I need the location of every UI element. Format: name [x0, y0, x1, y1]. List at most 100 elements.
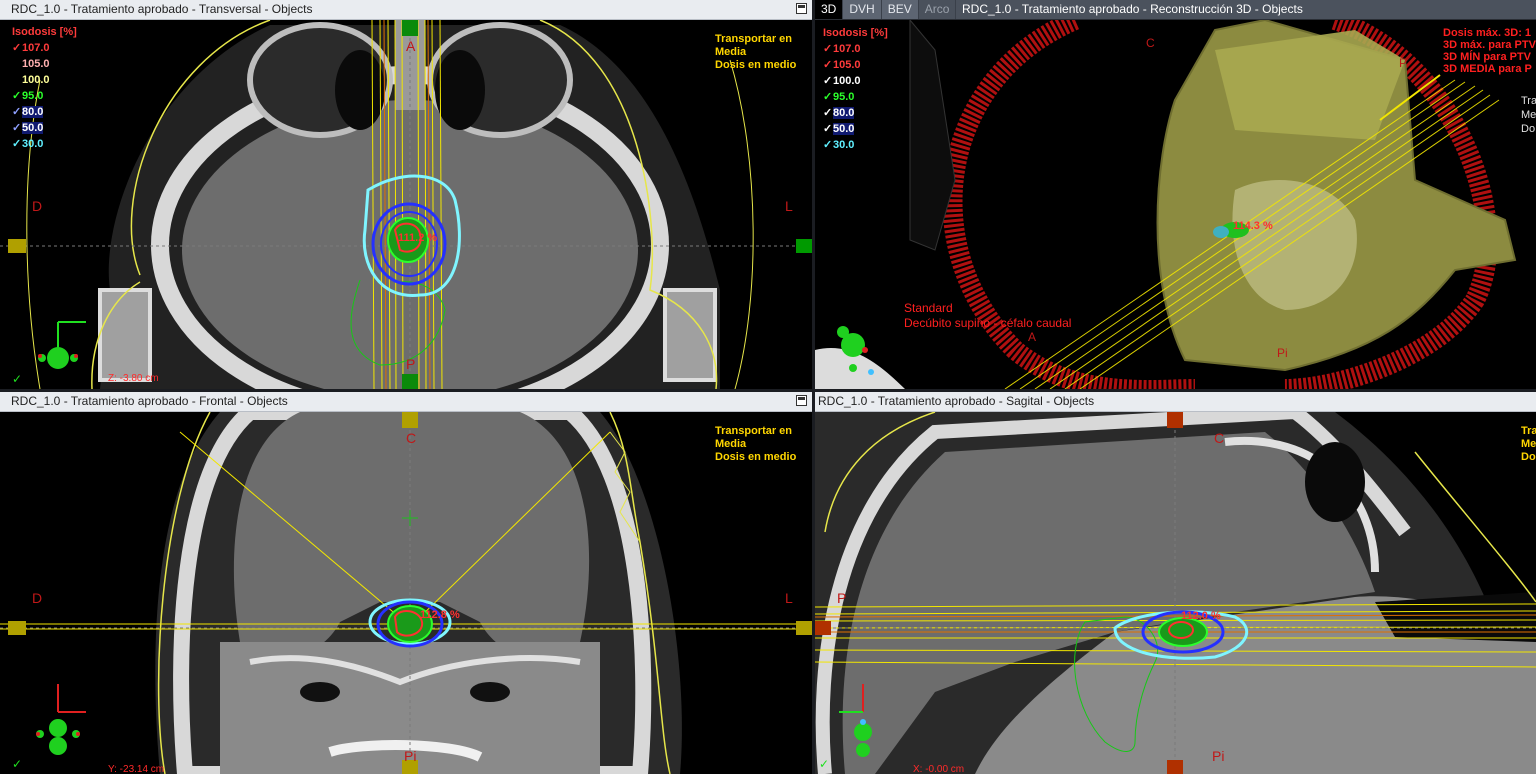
- panel-transversal[interactable]: RDC_1.0 - Tratamiento aprobado - Transve…: [0, 0, 812, 389]
- maximize-icon[interactable]: [796, 395, 807, 406]
- right-edge-line: Me: [1521, 109, 1536, 121]
- sagital-ct-image: [815, 412, 1536, 774]
- iso3d-row[interactable]: ✓105.0: [823, 57, 888, 73]
- overlay-info: Transportar en Media Dosis en medio: [715, 425, 796, 464]
- right-edge-info: Tra Me Do: [1521, 94, 1536, 136]
- patient-orientation-icon: [837, 326, 874, 375]
- isodose-value: 30.0: [22, 138, 44, 150]
- media-label: Media: [715, 438, 747, 450]
- panel-frontal[interactable]: RDC_1.0 - Tratamiento aprobado - Frontal…: [0, 392, 812, 774]
- frontal-ct-image: [0, 412, 812, 774]
- iso3d-row[interactable]: ✓95.0: [823, 89, 888, 105]
- orient-bottom: P: [406, 356, 416, 372]
- dose-medium-label: Dosis en medio: [715, 59, 797, 71]
- iso3d-value: 100.0: [833, 75, 861, 87]
- patient-position: Standard Decúbito supino - céfalo caudal: [904, 301, 1071, 331]
- iso3d-row[interactable]: ✓107.0: [823, 41, 888, 57]
- overlay-info: Transportar en Media Dosis en medio: [715, 33, 796, 72]
- panel-sagital[interactable]: RDC_1.0 - Tratamiento aprobado - Sagital…: [815, 392, 1536, 774]
- recon3d-titlebar[interactable]: 3D DVH BEV Arco RDC_1.0 - Tratamiento ap…: [815, 0, 1536, 20]
- transversal-viewport[interactable]: Isodosis [%] ✓107.0 105.0 100.0 ✓95.0 ✓8…: [0, 20, 812, 389]
- orient-bottom: Pi: [1212, 748, 1225, 764]
- recon3d-viewport[interactable]: Isodosis [%] ✓107.0 ✓105.0 ✓100.0 ✓95.0 …: [815, 20, 1536, 389]
- isodose-row[interactable]: 100.0: [12, 72, 77, 88]
- patient-orientation-icon: [38, 321, 86, 369]
- isodose-value: 50.0: [22, 122, 44, 134]
- isodose-row[interactable]: 105.0: [12, 56, 77, 72]
- stats-line: 3D máx. para PTV: [1443, 39, 1536, 51]
- isodose-row[interactable]: ✓80.0: [12, 104, 77, 120]
- max-dose-label: 114.3 %: [1233, 220, 1273, 232]
- status-check-icon: ✓: [819, 757, 830, 771]
- view-tabs: 3D DVH BEV Arco: [815, 0, 957, 19]
- orient-right: L: [785, 198, 793, 214]
- max-dose-label: 112.0 %: [1181, 610, 1221, 622]
- transport-label: Transportar en: [715, 425, 793, 437]
- isodose-row[interactable]: ✓107.0: [12, 40, 77, 56]
- slice-coordinate: Y: -23.14 cm: [108, 764, 165, 774]
- right-edge-line: Tra: [1521, 425, 1536, 437]
- isodose-value: 80.0: [22, 106, 44, 118]
- sagital-viewport[interactable]: Tra Me Do C Pi P 112.0 % X: -0.00 cm ✓: [815, 412, 1536, 774]
- sagital-title: RDC_1.0 - Tratamiento aprobado - Sagital…: [818, 394, 1095, 408]
- patient-orientation-icon: [36, 684, 86, 755]
- panel-3d-reconstruction[interactable]: 3D DVH BEV Arco RDC_1.0 - Tratamiento ap…: [815, 0, 1536, 389]
- transversal-title: RDC_1.0 - Tratamiento aprobado - Transve…: [11, 2, 313, 16]
- max-dose-label: 112.8 %: [420, 609, 460, 621]
- isodose-legend-title: Isodosis [%]: [12, 26, 77, 38]
- max-dose-label: 111.2 %: [398, 232, 438, 244]
- tab-bev[interactable]: BEV: [881, 0, 919, 19]
- iso3d-value: 105.0: [833, 59, 861, 71]
- iso3d-row[interactable]: ✓30.0: [823, 137, 888, 153]
- position-line: Standard: [904, 301, 953, 315]
- transversal-titlebar[interactable]: RDC_1.0 - Tratamiento aprobado - Transve…: [0, 0, 812, 20]
- isodose-legend: Isodosis [%] ✓107.0 105.0 100.0 ✓95.0 ✓8…: [12, 24, 77, 152]
- maximize-icon[interactable]: [796, 3, 807, 14]
- orient-bottom: Pi: [1277, 346, 1288, 360]
- right-edge-line: Tra: [1521, 95, 1536, 107]
- recon3d-title: RDC_1.0 - Tratamiento aprobado - Reconst…: [962, 2, 1303, 16]
- tab-arco[interactable]: Arco: [918, 0, 957, 19]
- tab-3d[interactable]: 3D: [815, 0, 844, 19]
- iso3d-title: Isodosis [%]: [823, 27, 888, 39]
- dose-medium-label: Dosis en medio: [715, 451, 797, 463]
- status-check-icon: ✓: [12, 372, 23, 386]
- frontal-title: RDC_1.0 - Tratamiento aprobado - Frontal…: [11, 394, 288, 408]
- isodose-row[interactable]: ✓50.0: [12, 120, 77, 136]
- position-line: Decúbito supino - céfalo caudal: [904, 316, 1072, 330]
- dose-stats: Dosis máx. 3D: 1 3D máx. para PTV 3D MÍN…: [1443, 27, 1536, 75]
- stats-line: 3D MEDIA para P: [1443, 63, 1532, 75]
- isodose-value: 95.0: [22, 90, 44, 102]
- sagital-titlebar[interactable]: RDC_1.0 - Tratamiento aprobado - Sagital…: [815, 392, 1536, 412]
- isodose-row[interactable]: ✓30.0: [12, 136, 77, 152]
- frontal-titlebar[interactable]: RDC_1.0 - Tratamiento aprobado - Frontal…: [0, 392, 812, 412]
- orient-top: C: [1146, 36, 1155, 50]
- orient-bottom: Pi: [404, 748, 417, 764]
- iso3d-row[interactable]: ✓80.0: [823, 105, 888, 121]
- orient-left: P: [837, 590, 847, 606]
- iso3d-value: 50.0: [833, 123, 855, 135]
- orient-left: D: [32, 198, 43, 214]
- iso3d-row[interactable]: ✓100.0: [823, 73, 888, 89]
- isodose-3d-legend: Isodosis [%] ✓107.0 ✓105.0 ✓100.0 ✓95.0 …: [823, 25, 888, 153]
- right-edge-line: Do: [1521, 451, 1536, 463]
- tab-dvh[interactable]: DVH: [843, 0, 882, 19]
- orient-top: A: [406, 38, 416, 54]
- transport-label: Transportar en: [715, 33, 793, 45]
- isodose-value: 107.0: [22, 42, 50, 54]
- slice-coordinate: Z: -3.80 cm: [108, 373, 159, 384]
- isodose-value: 100.0: [22, 74, 50, 86]
- orient-top: C: [1214, 430, 1225, 446]
- iso3d-value: 107.0: [833, 43, 861, 55]
- orient-left: A: [1028, 330, 1037, 344]
- orient-left: D: [32, 590, 43, 606]
- right-edge-line: Do: [1521, 123, 1536, 135]
- isodose-row[interactable]: ✓95.0: [12, 88, 77, 104]
- frontal-viewport[interactable]: Transportar en Media Dosis en medio C Pi…: [0, 412, 812, 774]
- transversal-ct-image: [0, 20, 812, 389]
- slice-coordinate: X: -0.00 cm: [913, 764, 965, 774]
- right-edge-line: Me: [1521, 438, 1536, 450]
- stats-line: 3D MÍN para PTV: [1443, 51, 1532, 63]
- status-check-icon: ✓: [12, 757, 23, 771]
- iso3d-row[interactable]: ✓50.0: [823, 121, 888, 137]
